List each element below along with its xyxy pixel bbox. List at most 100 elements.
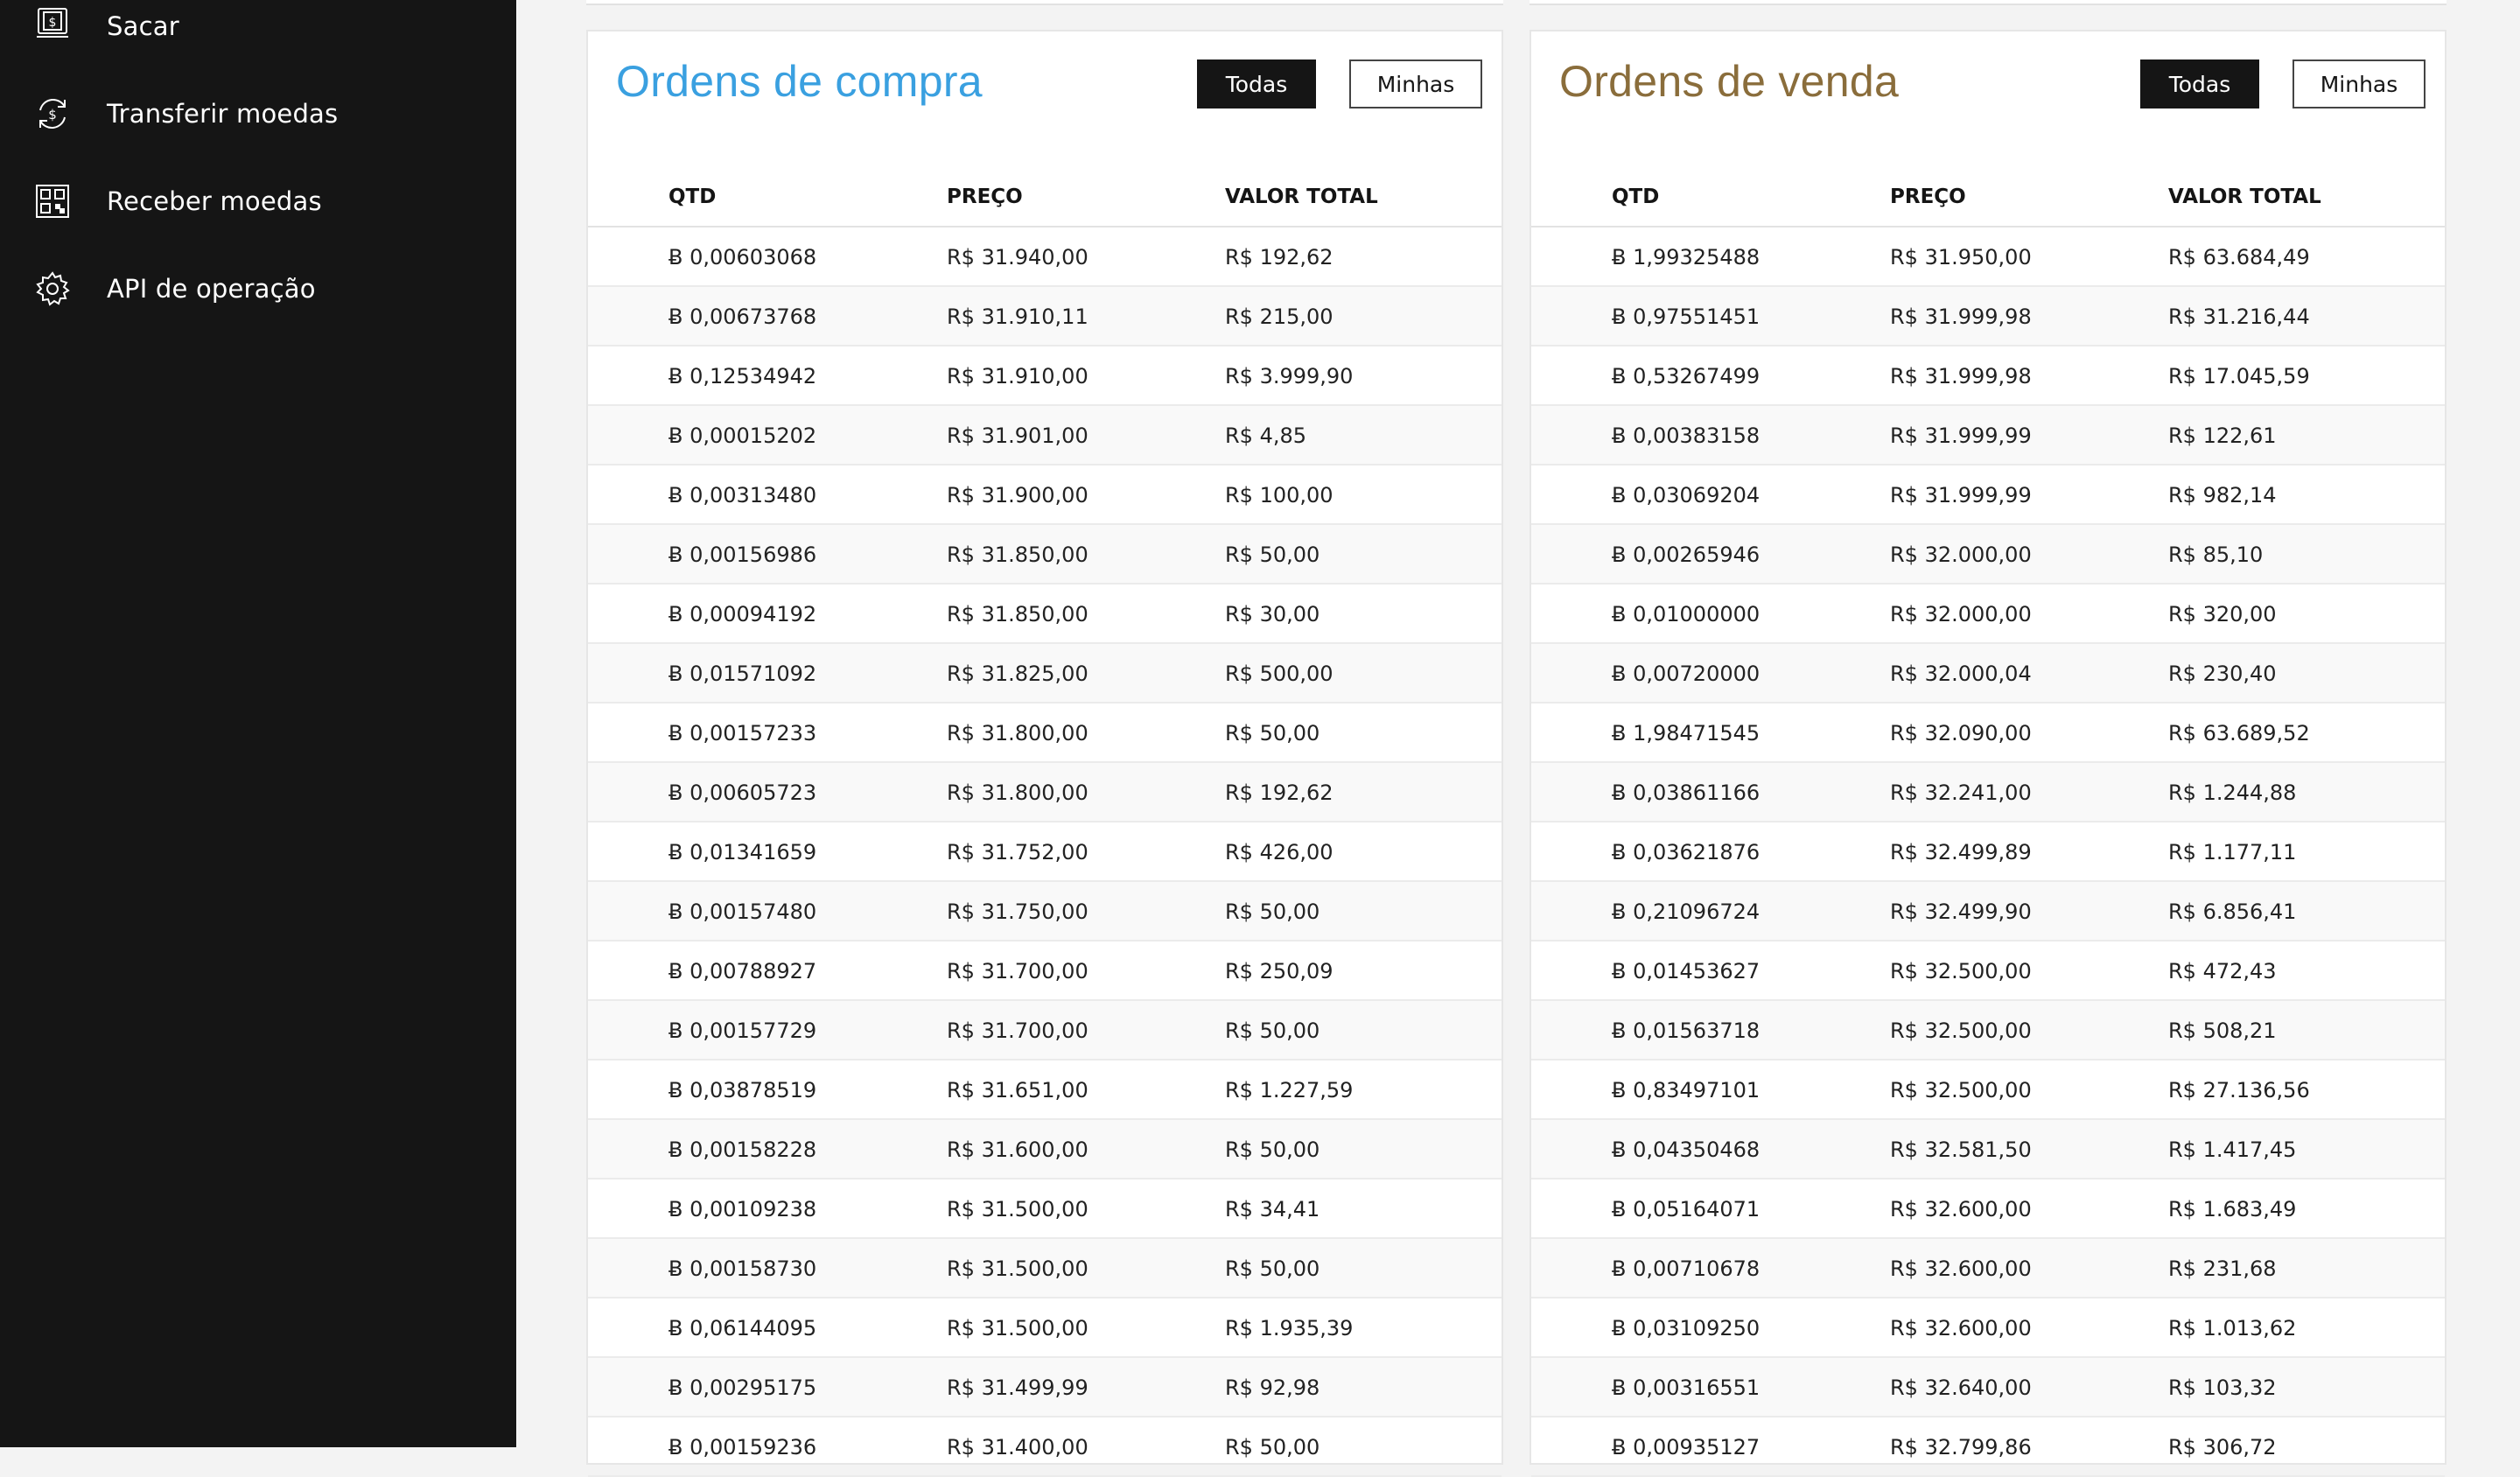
sidebar-item-receber-moedas[interactable]: Receber moedas — [32, 175, 486, 228]
table-row[interactable]: Ƀ 0,00603068 R$ 31.940,00 R$ 192,62 — [588, 228, 1502, 287]
order-preco: R$ 31.651,00 — [947, 1078, 1088, 1102]
table-row[interactable]: Ƀ 0,00788927 R$ 31.700,00 R$ 250,09 — [588, 942, 1502, 1001]
table-row[interactable]: Ƀ 1,98471545 R$ 32.090,00 R$ 63.689,52 — [1531, 704, 2445, 763]
order-qtd: Ƀ 0,00158228 — [668, 1138, 817, 1162]
table-row[interactable]: Ƀ 0,00295175 R$ 31.499,99 R$ 92,98 — [588, 1358, 1502, 1418]
table-row[interactable]: Ƀ 0,53267499 R$ 31.999,98 R$ 17.045,59 — [1531, 346, 2445, 406]
order-valor-total: R$ 50,00 — [1225, 1138, 1320, 1162]
table-row[interactable]: Ƀ 0,01453627 R$ 32.500,00 R$ 472,43 — [1531, 942, 2445, 1001]
order-qtd: Ƀ 0,03069204 — [1612, 483, 1760, 508]
table-row[interactable]: Ƀ 1,99325488 R$ 31.950,00 R$ 63.684,49 — [1531, 228, 2445, 287]
column-header-qtd[interactable]: QTD — [668, 186, 716, 208]
order-preco: R$ 31.500,00 — [947, 1256, 1088, 1281]
order-valor-total: R$ 27.136,56 — [2168, 1078, 2310, 1102]
order-valor-total: R$ 92,98 — [1225, 1376, 1320, 1400]
sidebar-item-transferir-moedas[interactable]: $ Transferir moedas — [32, 88, 486, 140]
column-header-qtd[interactable]: QTD — [1612, 186, 1659, 208]
order-valor-total: R$ 230,40 — [2168, 662, 2277, 686]
table-row[interactable]: Ƀ 0,00157729 R$ 31.700,00 R$ 50,00 — [588, 1001, 1502, 1060]
order-qtd: Ƀ 0,01341659 — [668, 840, 817, 864]
buy-filter-all-button[interactable]: Todas — [1197, 60, 1316, 108]
order-preco: R$ 32.000,04 — [1890, 662, 2032, 686]
table-row[interactable]: Ƀ 0,00316551 R$ 32.640,00 R$ 103,32 — [1531, 1358, 2445, 1418]
table-row[interactable]: Ƀ 0,00094192 R$ 31.850,00 R$ 30,00 — [588, 584, 1502, 644]
sell-filter-all-button[interactable]: Todas — [2140, 60, 2259, 108]
order-valor-total: R$ 17.045,59 — [2168, 364, 2310, 388]
table-row[interactable]: Ƀ 0,00265946 R$ 32.000,00 R$ 85,10 — [1531, 525, 2445, 584]
column-header-valor-total[interactable]: VALOR TOTAL — [1225, 186, 1378, 208]
table-row[interactable]: Ƀ 0,06144095 R$ 31.500,00 R$ 1.935,39 — [588, 1298, 1502, 1358]
order-preco: R$ 31.999,98 — [1890, 304, 2032, 329]
table-row[interactable]: Ƀ 0,03861166 R$ 32.241,00 R$ 1.244,88 — [1531, 763, 2445, 822]
table-row[interactable]: Ƀ 0,00109238 R$ 31.500,00 R$ 34,41 — [588, 1180, 1502, 1239]
table-row[interactable]: Ƀ 0,12534942 R$ 31.910,00 R$ 3.999,90 — [588, 346, 1502, 406]
table-row[interactable]: Ƀ 0,04350468 R$ 32.581,50 R$ 1.417,45 — [1531, 1120, 2445, 1180]
table-row[interactable]: Ƀ 0,83497101 R$ 32.500,00 R$ 27.136,56 — [1531, 1060, 2445, 1120]
order-preco: R$ 31.499,99 — [947, 1376, 1088, 1400]
order-qtd: Ƀ 0,00788927 — [668, 959, 817, 984]
order-preco: R$ 32.581,50 — [1890, 1138, 2032, 1162]
table-row[interactable]: Ƀ 0,00015202 R$ 31.901,00 R$ 4,85 — [588, 406, 1502, 466]
order-preco: R$ 31.950,00 — [1890, 245, 2032, 270]
order-qtd: Ƀ 0,00157480 — [668, 900, 817, 924]
order-qtd: Ƀ 0,00603068 — [668, 245, 817, 270]
order-qtd: Ƀ 0,00605723 — [668, 780, 817, 805]
table-row[interactable]: Ƀ 0,01563718 R$ 32.500,00 R$ 508,21 — [1531, 1001, 2445, 1060]
sidebar-item-api-de-operacao[interactable]: API de operação — [32, 262, 486, 315]
order-preco: R$ 32.241,00 — [1890, 780, 2032, 805]
table-row[interactable]: Ƀ 0,00158730 R$ 31.500,00 R$ 50,00 — [588, 1239, 1502, 1298]
order-qtd: Ƀ 0,00383158 — [1612, 424, 1760, 448]
table-row[interactable]: Ƀ 0,00720000 R$ 32.000,04 R$ 230,40 — [1531, 644, 2445, 704]
order-preco: R$ 32.500,00 — [1890, 959, 2032, 984]
order-preco: R$ 31.600,00 — [947, 1138, 1088, 1162]
table-row[interactable]: Ƀ 0,00158228 R$ 31.600,00 R$ 50,00 — [588, 1120, 1502, 1180]
order-valor-total: R$ 426,00 — [1225, 840, 1334, 864]
order-valor-total: R$ 508,21 — [2168, 1018, 2277, 1043]
table-row[interactable]: Ƀ 0,00605723 R$ 31.800,00 R$ 192,62 — [588, 763, 1502, 822]
table-row[interactable]: Ƀ 0,00157480 R$ 31.750,00 R$ 50,00 — [588, 882, 1502, 942]
order-qtd: Ƀ 0,01563718 — [1612, 1018, 1760, 1043]
table-row[interactable]: Ƀ 0,01000000 R$ 32.000,00 R$ 320,00 — [1531, 584, 2445, 644]
order-valor-total: R$ 215,00 — [1225, 304, 1334, 329]
order-valor-total: R$ 982,14 — [2168, 483, 2277, 508]
column-header-valor-total[interactable]: VALOR TOTAL — [2168, 186, 2321, 208]
table-row[interactable]: Ƀ 0,00156986 R$ 31.850,00 R$ 50,00 — [588, 525, 1502, 584]
order-valor-total: R$ 3.999,90 — [1225, 364, 1354, 388]
table-row[interactable]: Ƀ 0,01571092 R$ 31.825,00 R$ 500,00 — [588, 644, 1502, 704]
table-row[interactable]: Ƀ 0,00159236 R$ 31.400,00 R$ 50,00 — [588, 1418, 1502, 1477]
order-qtd: Ƀ 0,00673768 — [668, 304, 817, 329]
table-row[interactable]: Ƀ 0,00673768 R$ 31.910,11 R$ 215,00 — [588, 287, 1502, 346]
order-valor-total: R$ 50,00 — [1225, 1435, 1320, 1460]
order-preco: R$ 31.800,00 — [947, 780, 1088, 805]
table-row[interactable]: Ƀ 0,03109250 R$ 32.600,00 R$ 1.013,62 — [1531, 1298, 2445, 1358]
order-valor-total: R$ 500,00 — [1225, 662, 1334, 686]
buy-filter-mine-button[interactable]: Minhas — [1349, 60, 1482, 108]
top-panel-edge-right — [1530, 0, 2446, 5]
sell-filter-mine-button[interactable]: Minhas — [2292, 60, 2426, 108]
order-preco: R$ 32.499,90 — [1890, 900, 2032, 924]
table-row[interactable]: Ƀ 0,05164071 R$ 32.600,00 R$ 1.683,49 — [1531, 1180, 2445, 1239]
order-valor-total: R$ 250,09 — [1225, 959, 1334, 984]
table-row[interactable]: Ƀ 0,21096724 R$ 32.499,90 R$ 6.856,41 — [1531, 882, 2445, 942]
order-qtd: Ƀ 0,00316551 — [1612, 1376, 1760, 1400]
order-valor-total: R$ 63.684,49 — [2168, 245, 2310, 270]
table-row[interactable]: Ƀ 0,00313480 R$ 31.900,00 R$ 100,00 — [588, 466, 1502, 525]
order-valor-total: R$ 4,85 — [1225, 424, 1307, 448]
table-row[interactable]: Ƀ 0,00935127 R$ 32.799,86 R$ 306,72 — [1531, 1418, 2445, 1477]
table-row[interactable]: Ƀ 0,97551451 R$ 31.999,98 R$ 31.216,44 — [1531, 287, 2445, 346]
table-row[interactable]: Ƀ 0,00383158 R$ 31.999,99 R$ 122,61 — [1531, 406, 2445, 466]
column-header-preco[interactable]: PREÇO — [947, 186, 1023, 208]
table-row[interactable]: Ƀ 0,00710678 R$ 32.600,00 R$ 231,68 — [1531, 1239, 2445, 1298]
order-qtd: Ƀ 0,00720000 — [1612, 662, 1760, 686]
table-row[interactable]: Ƀ 0,03621876 R$ 32.499,89 R$ 1.177,11 — [1531, 822, 2445, 882]
order-valor-total: R$ 50,00 — [1225, 900, 1320, 924]
column-header-preco[interactable]: PREÇO — [1890, 186, 1966, 208]
table-row[interactable]: Ƀ 0,03878519 R$ 31.651,00 R$ 1.227,59 — [588, 1060, 1502, 1120]
order-valor-total: R$ 63.689,52 — [2168, 721, 2310, 746]
order-qtd: Ƀ 0,83497101 — [1612, 1078, 1760, 1102]
table-row[interactable]: Ƀ 0,01341659 R$ 31.752,00 R$ 426,00 — [588, 822, 1502, 882]
table-row[interactable]: Ƀ 0,00157233 R$ 31.800,00 R$ 50,00 — [588, 704, 1502, 763]
table-row[interactable]: Ƀ 0,03069204 R$ 31.999,99 R$ 982,14 — [1531, 466, 2445, 525]
sidebar-item-label: Transferir moedas — [107, 99, 339, 129]
sidebar-item-sacar[interactable]: $ Sacar — [32, 0, 486, 52]
